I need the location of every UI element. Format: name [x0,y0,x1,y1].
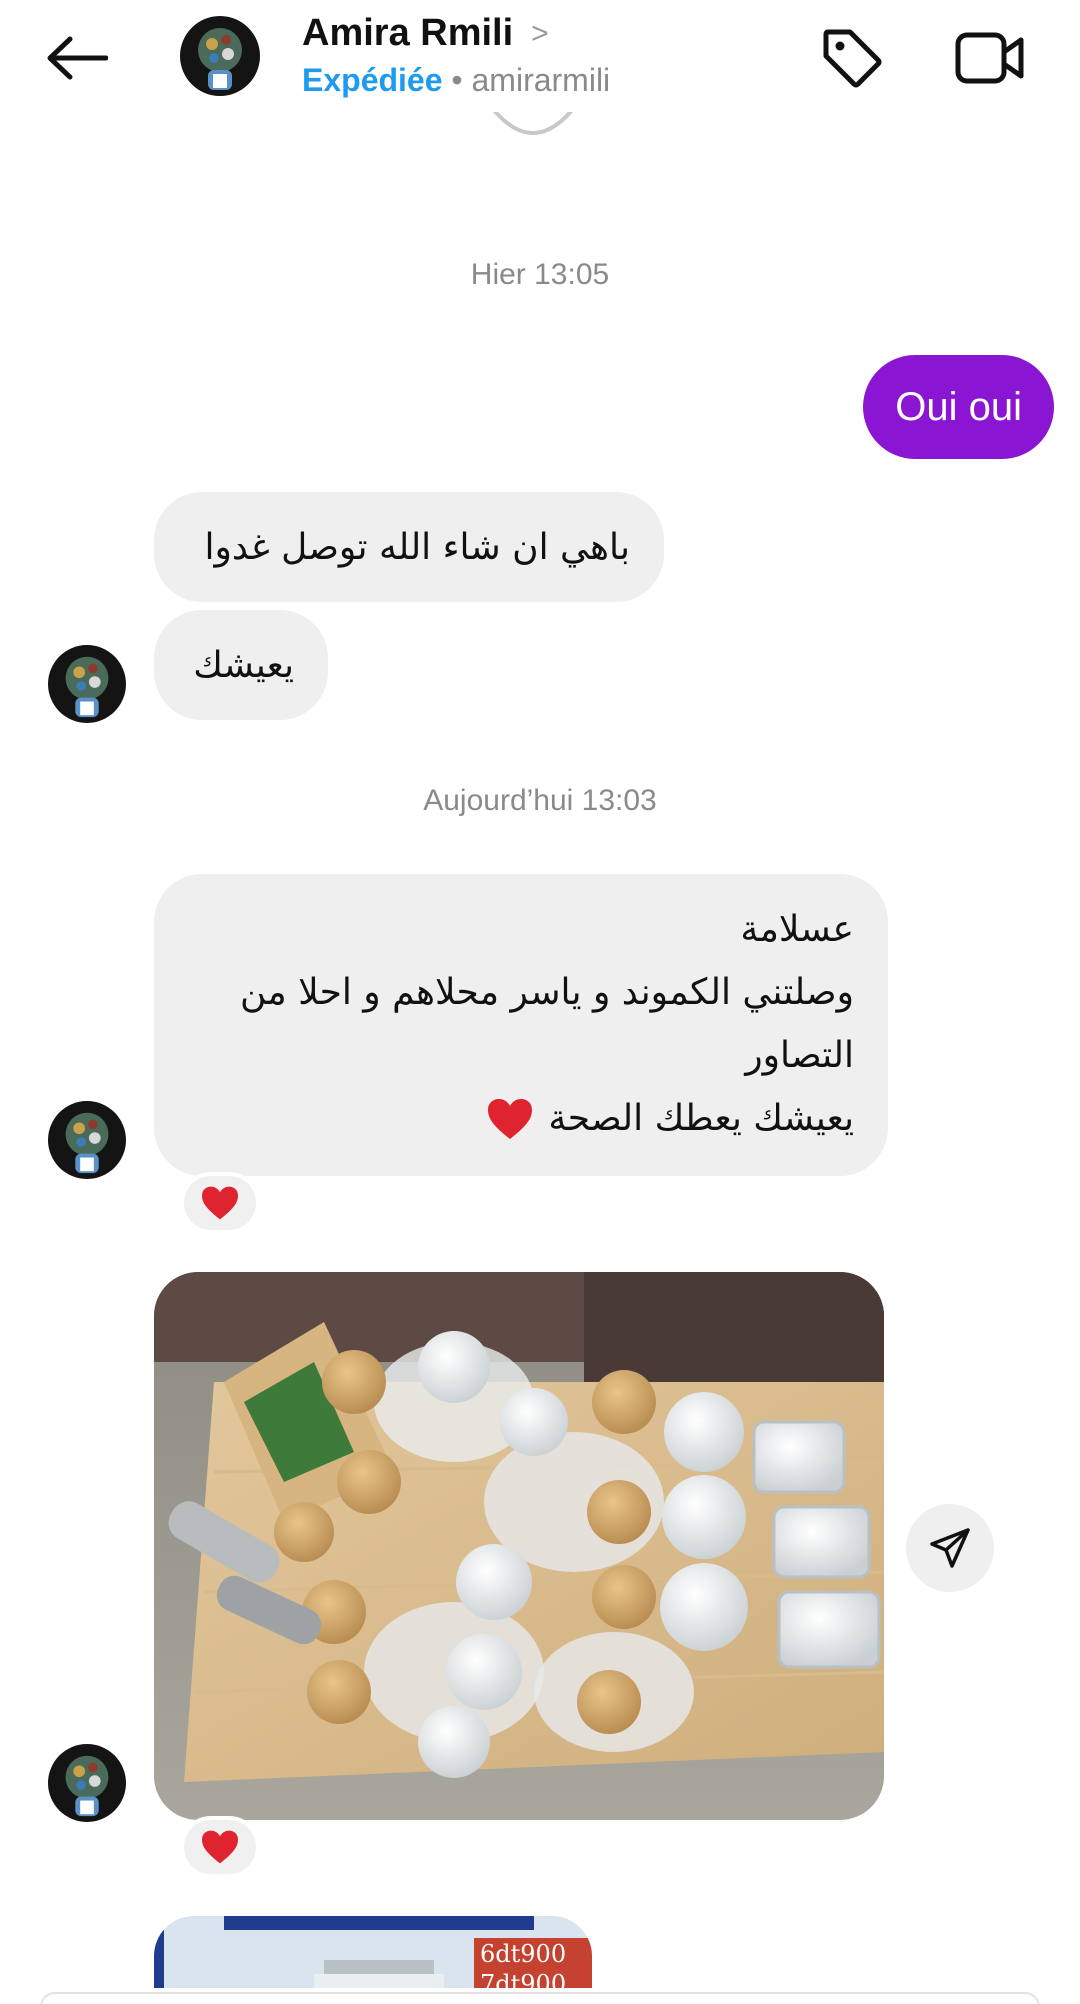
price-label: 6dt900 [480,1940,567,1968]
heart-icon [488,1098,533,1139]
reaction-badge[interactable] [180,1172,260,1234]
message-text: يعيشك [193,644,294,686]
chevron-right-icon: > [531,16,549,50]
composer-pill[interactable] [40,1992,1040,2004]
message-incoming[interactable]: باهي ان شاء الله توصل غدوا [154,492,664,602]
message-composer-edge [0,1988,1080,2004]
video-call-button[interactable] [950,22,1030,94]
sender-avatar[interactable] [48,645,126,723]
photo-message[interactable] [154,1272,884,1820]
timestamp-today: Aujourd’hui 13:03 [423,784,657,817]
contact-avatar[interactable] [180,16,260,96]
timestamp-yesterday: Hier 13:05 [470,258,610,291]
sender-avatar[interactable] [48,1101,126,1179]
contact-username: amirarmili [471,62,611,98]
message-line: وصلتني الكموند و ياسر محلاهم و احلا من [239,972,854,1013]
video-call-icon [955,32,1024,84]
message-line: عسلامة [740,909,854,950]
sender-avatar[interactable] [48,1744,126,1822]
reaction-badge[interactable] [180,1816,260,1878]
contact-name-text: Amira Rmili [302,12,514,54]
message-outgoing[interactable]: Oui oui [863,355,1054,459]
message-incoming[interactable]: عسلامة وصلتني الكموند و ياسر محلاهم و اح… [154,874,888,1176]
message-text: باهي ان شاء الله توصل غدوا [204,526,630,568]
message-line-text: يعيشك يعطك الصحة [548,1098,854,1139]
back-button[interactable] [38,24,116,92]
contact-name[interactable]: Amira Rmili > [302,12,549,55]
order-status: Expédiée [302,62,443,98]
tag-icon [823,29,882,88]
tag-button[interactable] [812,22,892,94]
arrow-left-icon [47,36,108,80]
heart-icon [202,1830,238,1864]
message-line: يعيشك يعطك الصحة [188,1087,854,1150]
send-icon [930,1528,970,1568]
contact-subtitle: Expédiée • amirarmili [302,62,610,99]
heart-icon [202,1186,238,1220]
chat-header: Amira Rmili > Expédiée • amirarmili [0,0,1080,112]
message-line: التصاور [745,1035,854,1076]
subtitle-separator: • [442,62,472,98]
message-incoming[interactable]: يعيشك [154,610,328,720]
share-button[interactable] [906,1504,994,1592]
message-text: Oui oui [895,384,1022,429]
